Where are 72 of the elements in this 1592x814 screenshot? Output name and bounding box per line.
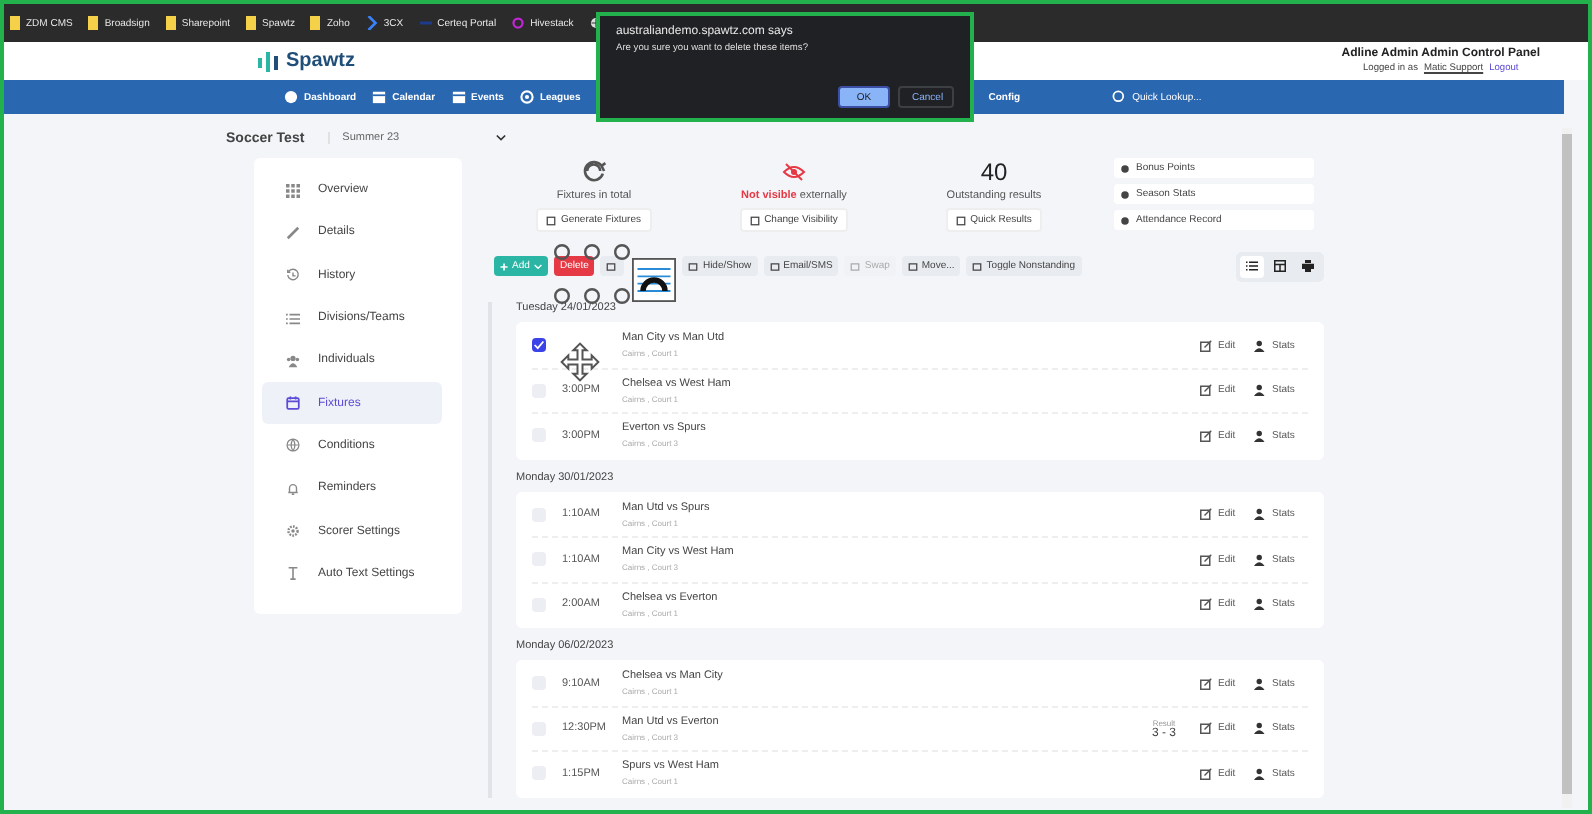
square-icon [850,261,861,271]
list-icon [1246,260,1258,272]
table-view-button[interactable] [1268,255,1292,277]
resize-handles-drawing [552,244,632,304]
eye-slash-icon [782,162,806,182]
history-icon [286,268,300,283]
button-icon [956,215,967,225]
link-icon [1120,189,1130,199]
ring-icon [512,16,525,30]
dashboard-icon [284,90,298,104]
ball-icon [519,90,534,104]
edit-icon [1200,339,1212,352]
gear-icon [286,524,300,539]
calendar-icon [372,90,387,104]
people-icon [286,353,300,368]
edit-icon [1200,429,1212,442]
folder-icon [165,16,176,30]
caret-icon [495,134,506,142]
globe-icon [286,438,300,453]
calendar-icon [451,90,466,104]
edit-icon [1200,384,1212,397]
list-view-button[interactable] [1240,255,1264,277]
link-icon [1120,163,1130,173]
move-arrows-icon [560,342,600,382]
dash-icon [419,16,432,30]
bell-icon [286,481,300,496]
print-icon [1302,260,1314,272]
edit-icon [1200,553,1212,566]
calendar-icon [286,396,300,411]
person-icon [1254,429,1266,442]
square-icon [972,261,983,271]
square-icon [606,261,617,271]
print-view-button[interactable] [1296,255,1320,277]
search-icon [1112,90,1127,104]
folder-icon [246,16,257,30]
link-icon [1120,215,1130,225]
button-icon [750,215,761,225]
person-icon [1254,508,1266,521]
table-icon [1274,260,1286,272]
folder-icon [88,16,99,30]
logo-bars-icon [258,51,278,71]
text-icon [286,566,300,581]
person-icon [1254,384,1266,397]
person-icon [1254,767,1266,780]
edit-icon [1200,722,1212,735]
edit-icon [1200,508,1212,521]
person-icon [1254,722,1266,735]
icon-button[interactable] [600,256,625,276]
rotate-handle-icon [581,158,607,184]
plus-icon [500,261,509,271]
chevron-icon [365,16,378,30]
edit-icon [1200,598,1212,611]
person-icon [1254,339,1266,352]
list-icon [286,311,300,326]
edit-icon [1200,767,1212,780]
square-icon [907,261,918,271]
outstanding-count: 40 [980,158,1008,184]
grid-icon [286,183,300,198]
person-icon [1254,553,1266,566]
checkbox[interactable] [532,338,546,353]
pencil-icon [286,225,300,240]
edit-icon [1200,677,1212,690]
button-icon [546,215,557,225]
folder-icon [310,16,321,30]
logo-text: Spawtz [286,50,355,72]
person-icon [1254,677,1266,690]
framed-arc-icon [632,258,676,302]
square-icon [769,261,780,271]
person-icon [1254,598,1266,611]
caret-icon [533,261,542,271]
folder-icon [10,16,20,30]
square-icon [688,261,699,271]
